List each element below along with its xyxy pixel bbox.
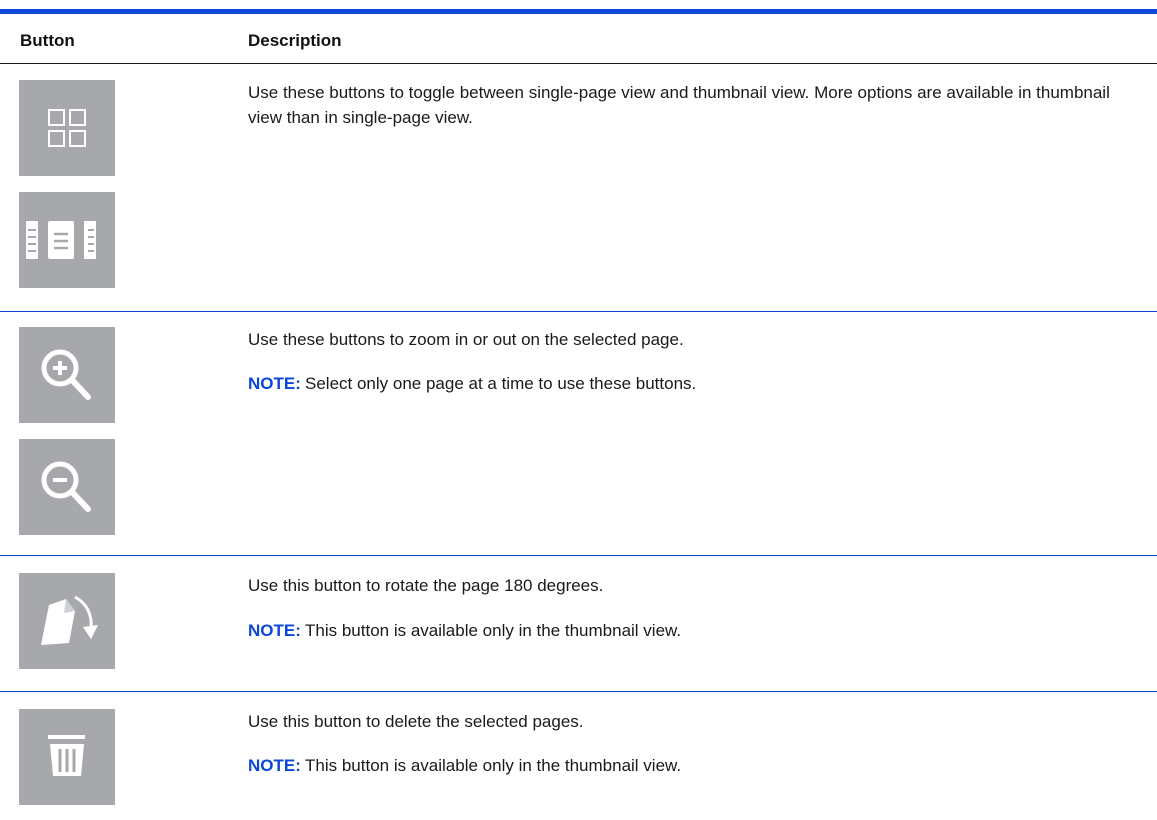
zoom-out-button[interactable]: [19, 439, 115, 535]
note-text: This button is available only in the thu…: [305, 756, 682, 775]
row-description: Use these buttons to zoom in or out on t…: [248, 330, 684, 349]
note: NOTE: This button is available only in th…: [248, 753, 681, 778]
single-page-view-icon: [26, 221, 96, 259]
delete-trash-icon: [48, 735, 85, 776]
header-divider: [0, 63, 1157, 64]
note-text: This button is available only in the thu…: [305, 621, 682, 640]
note: NOTE: Select only one page at a time to u…: [248, 371, 696, 396]
note-label: NOTE:: [248, 621, 301, 640]
note-label: NOTE:: [248, 374, 301, 393]
single-page-view-button[interactable]: [19, 192, 115, 288]
row-divider: [0, 555, 1157, 556]
column-header-button: Button: [20, 31, 75, 50]
zoom-out-icon: [41, 461, 91, 512]
row-divider: [0, 691, 1157, 692]
rotate-page-icon: [41, 595, 98, 645]
zoom-in-icon: [41, 349, 91, 400]
note-text: Select only one page at a time to use th…: [305, 374, 697, 393]
note-label: NOTE:: [248, 756, 301, 775]
zoom-in-button[interactable]: [19, 327, 115, 423]
row-divider: [0, 311, 1157, 312]
column-header-description: Description: [248, 31, 342, 50]
delete-button[interactable]: [19, 709, 115, 805]
rotate-page-button[interactable]: [19, 573, 115, 669]
thumbnail-view-button[interactable]: [19, 80, 115, 176]
note: NOTE: This button is available only in th…: [248, 618, 681, 643]
row-description: Use these buttons to toggle between sing…: [248, 83, 1110, 127]
table-top-rule: [0, 9, 1157, 14]
thumbnail-view-icon: [48, 109, 86, 147]
row-description: Use this button to rotate the page 180 d…: [248, 576, 604, 595]
row-description: Use this button to delete the selected p…: [248, 712, 584, 731]
